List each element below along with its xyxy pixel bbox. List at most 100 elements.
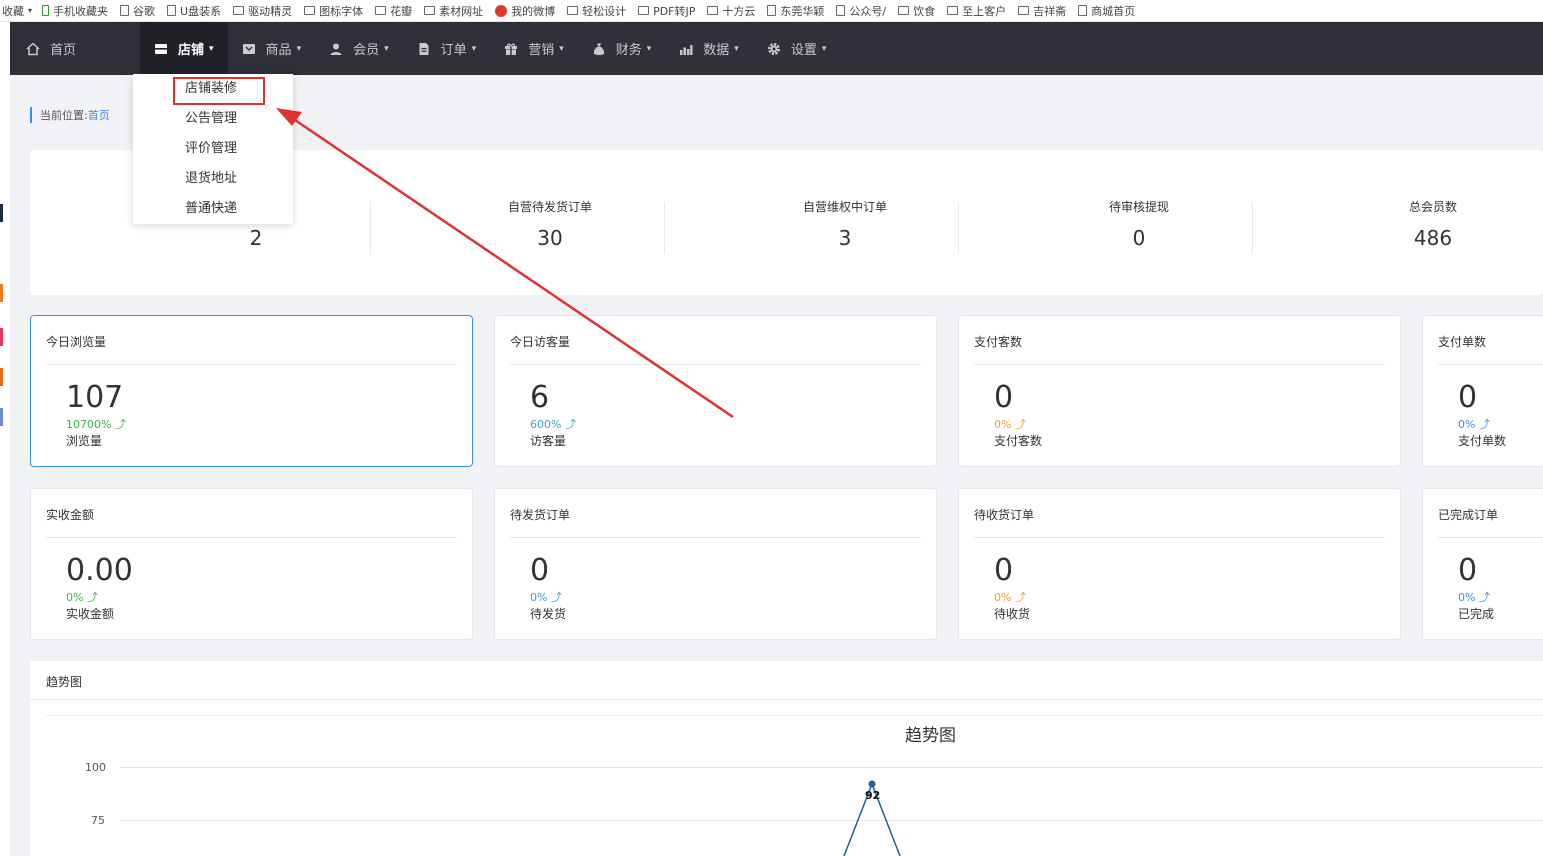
divider [510,364,921,365]
card-value: 0 [994,380,1014,415]
metric-card-pending-shipment[interactable]: 待发货订单 0 0% ⤴ 待发货 [494,488,937,640]
card-change-value: 0% [994,591,1012,604]
stat-label: 自营维权中订单 [802,200,887,214]
bookmark-item[interactable]: PDF转JP [632,0,701,21]
menu-item-announcements[interactable]: 公告管理 [185,109,237,129]
bookmark-item[interactable]: 驱动精灵 [227,0,298,21]
bookmark-item[interactable]: 十方云 [701,0,761,21]
bookmark-label: 手机收藏夹 [53,4,109,18]
nav-data[interactable]: 数据 ▾ [665,22,753,75]
chevron-down-icon: ▾ [559,43,564,54]
metric-card-completed-orders[interactable]: 已完成订单 0 0% ⤴ 已完成 [1422,488,1543,640]
arrow-up-icon: ⤴ [1478,418,1490,431]
page-icon [767,5,777,16]
bookmark-item[interactable]: 东莞华颖 [761,0,830,21]
breadcrumb: 当前位置: 首页 [30,107,110,123]
divider [46,364,457,365]
stat-circle [982,185,1046,249]
nav-label: 首页 [50,43,77,58]
breadcrumb-home-link[interactable]: 首页 [88,107,110,123]
stat-circle [688,185,752,249]
order-icon [417,42,431,56]
nav-finance[interactable]: 财务 ▾ [578,22,666,75]
card-title: 待收货订单 [974,508,1035,522]
home-icon [26,41,40,56]
metric-card-pending-receipt[interactable]: 待收货订单 0 0% ⤴ 待收货 [958,488,1401,640]
bookmark-item[interactable]: 花瓣 [369,0,418,21]
bookmark-item[interactable]: 轻松设计 [561,0,632,21]
chevron-down-icon: ▾ [646,43,652,54]
menu-item-standard-delivery[interactable]: 普通快递 [185,199,237,219]
page-icon [1078,5,1088,16]
bookmark-label: 至上客户 [962,4,1007,18]
arrow-up-icon: ⤴ [114,418,126,431]
bookmark-label: 花瓣 [390,4,413,18]
phone-icon [42,5,50,16]
nav-member[interactable]: 会员 ▾ [315,22,403,75]
bookmark-item[interactable]: 谷歌 [114,0,161,21]
nav-label: 财务 [615,43,642,58]
nav-home[interactable]: 首页 [10,22,140,75]
bookmark-item[interactable]: 我的微博 [489,0,561,21]
card-value: 107 [66,380,124,415]
menu-item-reviews[interactable]: 评价管理 [185,139,237,159]
bookmarks-bar: 收藏 ▾ 手机收藏夹 谷歌 U盘装系 驱动精灵 图标字体 花瓣 素材网址 我的微… [0,0,1543,22]
arrow-up-icon: ⤴ [550,591,562,604]
bookmark-label: PDF转JP [653,4,696,18]
card-title: 已完成订单 [1438,508,1499,522]
chevron-down-icon: ▾ [734,43,739,54]
metric-card-page-views[interactable]: 今日浏览量 107 10700% ⤴ 浏览量 [30,315,473,467]
breadcrumb-prefix: 当前位置: [40,109,88,122]
bookmark-item[interactable]: 商城首页 [1072,0,1141,21]
bookmark-item[interactable]: 素材网址 [418,0,489,21]
nav-label: 数据 [703,43,730,58]
bookmark-item[interactable]: 公众号/ [830,0,892,21]
card-value: 6 [530,380,550,415]
nav-label: 营销 [528,43,555,58]
left-edge-strip [0,22,10,856]
bookmarks-menu[interactable]: 收藏 ▾ [0,0,36,21]
edge-mark [0,328,3,346]
metric-card-visitors[interactable]: 今日访客量 6 600% ⤴ 访客量 [494,315,937,467]
folder-icon [1018,6,1030,15]
nav-store[interactable]: 店铺 ▾ [140,22,228,75]
bookmark-item[interactable]: 吉祥斋 [1012,0,1072,21]
metric-card-paying-customers[interactable]: 支付客数 0 0% ⤴ 支付客数 [958,315,1401,467]
bar-chart-icon [679,42,693,56]
card-title: 实收金额 [46,508,95,522]
stat-value: 3 [838,226,852,250]
arrow-up-icon: ⤴ [86,591,98,604]
page-icon [836,5,846,16]
trend-line-chart [843,780,901,856]
metric-card-revenue[interactable]: 实收金额 0.00 0% ⤴ 实收金额 [30,488,473,640]
nav-settings[interactable]: 设置 ▾ [753,22,841,75]
folder-icon [898,6,910,15]
divider [664,202,665,254]
metric-card-paid-orders[interactable]: 支付单数 0 0% ⤴ 支付单数 [1422,315,1543,467]
gear-icon [767,42,781,56]
trend-panel: 趋势图 趋势图 100 75 92 [30,661,1543,856]
card-title: 今日浏览量 [46,335,107,349]
stat-circle [393,185,457,249]
bookmark-item[interactable]: 至上客户 [941,0,1012,21]
bookmark-label: 轻松设计 [582,4,627,18]
data-point [868,780,876,788]
bookmark-item[interactable]: 手机收藏夹 [36,0,114,21]
nav-order[interactable]: 订单 ▾ [403,22,491,75]
card-subtitle: 浏览量 [66,434,103,448]
menu-item-return-address[interactable]: 退货地址 [185,169,237,189]
nav-label: 店铺 [178,43,205,58]
card-change-value: 0% [994,418,1012,431]
nav-marketing[interactable]: 营销 ▾ [490,22,578,75]
bookmark-item[interactable]: 饮食 [892,0,941,21]
top-nav: 首页 店铺 ▾ 商品 ▾ 会员 ▾ 订单 ▾ 营销 ▾ 财务 ▾ 数据 ▾ 设置… [10,22,1543,75]
weibo-icon [495,4,508,17]
stat-value: 30 [537,226,563,250]
nav-goods[interactable]: 商品 ▾ [228,22,316,75]
bookmark-item[interactable]: 图标字体 [298,0,369,21]
card-change-value: 0% [66,591,84,604]
menu-item-store-decoration[interactable]: 店铺装修 [185,79,237,99]
data-label: 92 [865,788,881,802]
bookmark-item[interactable]: U盘装系 [161,0,227,21]
card-subtitle: 访客量 [530,434,567,448]
